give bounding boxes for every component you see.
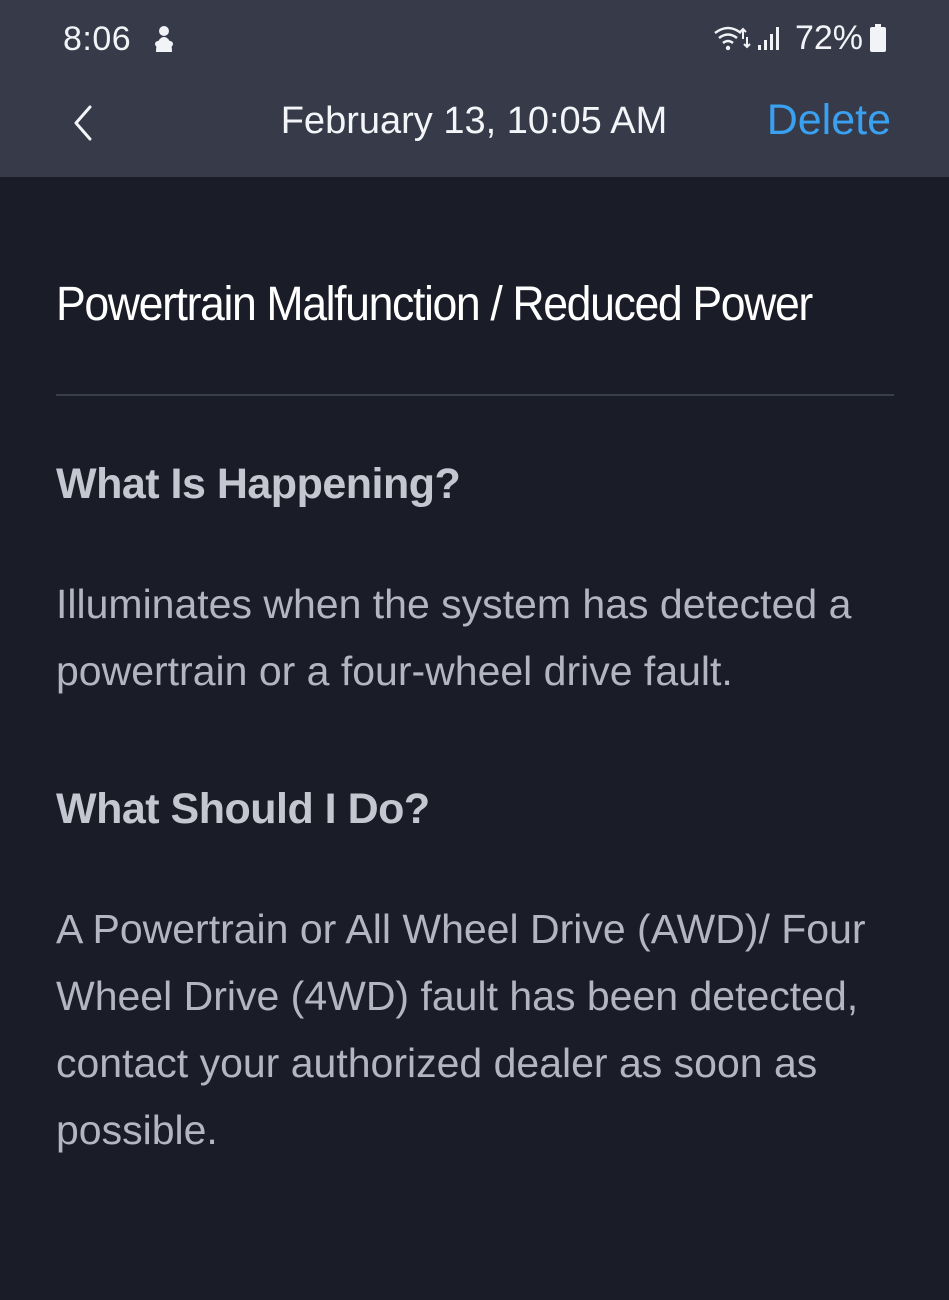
alert-title: Powertrain Malfunction / Reduced Power — [56, 278, 813, 331]
notification-app-icon — [155, 26, 173, 52]
section-body-what-should-i-do: A Powertrain or All Wheel Drive (AWD)/ F… — [56, 906, 866, 1153]
alert-content: Powertrain Malfunction / Reduced Power W… — [56, 177, 894, 1164]
wifi-icon — [714, 26, 751, 51]
delete-button[interactable]: Delete — [767, 96, 891, 145]
status-time: 8:06 — [63, 20, 132, 58]
section-body-what-is-happening: Illuminates when the system has detected… — [56, 581, 852, 694]
divider — [56, 394, 894, 396]
section-heading-what-is-happening: What Is Happening? — [56, 460, 461, 508]
signal-icon — [757, 27, 779, 50]
status-bar: 8:06 72% — [0, 0, 949, 80]
status-icons: 72% — [713, 18, 887, 58]
chevron-left-icon — [74, 105, 92, 141]
section-heading-what-should-i-do: What Should I Do? — [56, 785, 430, 833]
back-button[interactable] — [58, 98, 108, 148]
nav-bar: February 13, 10:05 AM Delete — [0, 80, 949, 177]
page-title: February 13, 10:05 AM — [280, 100, 668, 142]
top-bar: 8:06 72% February 13, 10:05 AM Delete — [0, 0, 949, 177]
battery-percent: 72% — [794, 18, 863, 57]
alert-detail-screen: 8:06 72% February 13, 10:05 AM Delete Po… — [0, 0, 949, 1300]
battery-icon — [870, 24, 886, 52]
